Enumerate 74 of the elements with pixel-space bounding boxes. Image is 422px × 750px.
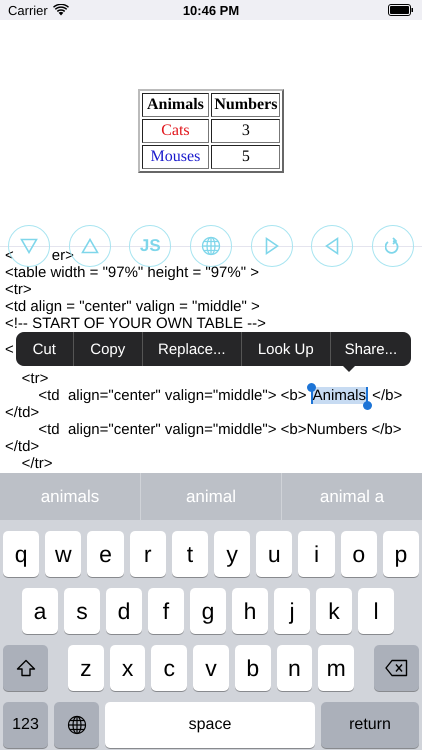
letter-key[interactable]: o bbox=[340, 531, 377, 577]
letter-key[interactable]: r bbox=[130, 531, 166, 577]
letter-key[interactable]: h bbox=[232, 588, 268, 634]
letter-key[interactable]: z bbox=[68, 645, 104, 691]
letter-key[interactable]: f bbox=[148, 588, 184, 634]
letter-key[interactable]: m bbox=[318, 645, 354, 691]
menu-item[interactable]: Cut bbox=[16, 332, 74, 366]
battery-icon bbox=[388, 4, 414, 16]
letter-key[interactable]: y bbox=[214, 531, 250, 577]
triangle-up-icon bbox=[80, 238, 99, 254]
space-key[interactable]: space bbox=[105, 702, 315, 748]
globe-key[interactable] bbox=[54, 702, 99, 748]
letter-key[interactable]: q bbox=[3, 531, 40, 577]
play-icon bbox=[264, 237, 279, 255]
table-header: Animals bbox=[142, 93, 210, 117]
refresh-button[interactable] bbox=[372, 225, 414, 267]
shift-icon bbox=[16, 659, 36, 677]
code-text: < bbox=[5, 340, 14, 358]
letter-key[interactable]: n bbox=[276, 645, 312, 691]
letter-key[interactable]: x bbox=[110, 645, 146, 691]
code-text: <tr> bbox=[5, 281, 32, 298]
globe-button[interactable] bbox=[190, 225, 232, 267]
globe-icon bbox=[66, 715, 86, 735]
letter-key[interactable]: i bbox=[298, 531, 335, 577]
code-text: <td align="center" valign="middle"> <b>Numbers </b> bbox=[37, 421, 402, 438]
table-cell: Cats bbox=[142, 119, 210, 143]
code-text: <td align="center" valign="middle"> <b> bbox=[37, 387, 308, 404]
letter-key[interactable]: b bbox=[234, 645, 271, 691]
letter-key[interactable]: v bbox=[193, 645, 229, 691]
letter-key[interactable]: g bbox=[190, 588, 226, 634]
code-text: </b> bbox=[371, 387, 402, 404]
left-button[interactable] bbox=[311, 225, 354, 267]
delete-key[interactable] bbox=[374, 645, 419, 691]
letter-key[interactable]: l bbox=[358, 588, 394, 634]
letter-key[interactable]: a bbox=[22, 588, 58, 634]
selection-handle[interactable] bbox=[363, 401, 372, 410]
numbers-key[interactable]: 123 bbox=[3, 702, 48, 748]
letter-key[interactable]: p bbox=[382, 531, 420, 577]
code-text: <table width = "97%" height = "97%" > bbox=[5, 264, 259, 281]
menu-item[interactable]: Look Up bbox=[242, 332, 331, 366]
triangle-down-icon bbox=[20, 238, 38, 254]
table-cell: 3 bbox=[211, 119, 280, 143]
menu-item[interactable]: Copy bbox=[74, 332, 143, 366]
wifi-icon bbox=[52, 4, 69, 16]
delete-icon bbox=[384, 659, 408, 677]
menu-item[interactable]: Share... bbox=[330, 332, 411, 366]
letter-key[interactable]: j bbox=[274, 588, 310, 634]
code-text: <!-- START OF YOUR OWN TABLE --> bbox=[5, 315, 266, 332]
code-text: er> bbox=[52, 247, 74, 264]
letter-key[interactable]: e bbox=[87, 531, 124, 577]
code-text: </td> bbox=[5, 404, 40, 421]
letter-key[interactable]: u bbox=[256, 531, 292, 577]
letter-key[interactable]: k bbox=[316, 588, 352, 634]
letter-key[interactable]: t bbox=[172, 531, 208, 577]
code-text: </td> bbox=[5, 438, 40, 455]
letter-key[interactable]: w bbox=[45, 531, 82, 577]
code-text: </tr> bbox=[20, 455, 53, 472]
right-button[interactable] bbox=[250, 225, 293, 267]
table-cell: Mouses bbox=[142, 145, 210, 169]
table-cell: 5 bbox=[211, 145, 280, 169]
table-header: Numbers bbox=[211, 93, 280, 117]
code-text: <tr> bbox=[20, 370, 48, 387]
letter-key[interactable]: s bbox=[64, 588, 100, 634]
globe-icon bbox=[200, 236, 221, 256]
letter-key[interactable]: c bbox=[151, 645, 188, 691]
letter-key[interactable]: d bbox=[106, 588, 142, 634]
carrier-label: Carrier bbox=[8, 2, 48, 18]
clock-time: 10:46 PM bbox=[182, 2, 240, 18]
back-icon bbox=[325, 237, 340, 255]
shift-key[interactable] bbox=[3, 645, 48, 691]
code-text: <td align = "center" valign = "middle" > bbox=[5, 298, 260, 315]
return-key[interactable]: return bbox=[321, 702, 419, 748]
refresh-icon bbox=[384, 237, 401, 255]
menu-item[interactable]: Replace... bbox=[142, 332, 242, 366]
